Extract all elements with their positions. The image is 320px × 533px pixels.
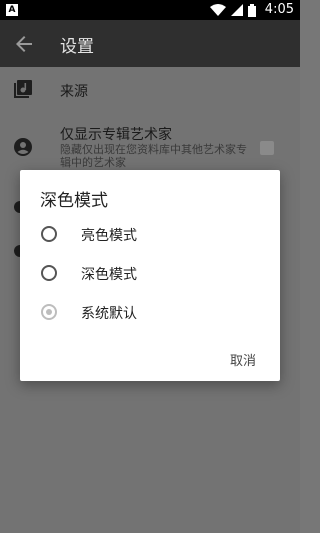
status-time: 4:05 bbox=[264, 2, 294, 17]
arrow-back-icon[interactable] bbox=[12, 32, 36, 56]
settings-item-source[interactable]: 来源 bbox=[0, 67, 300, 114]
battery-icon bbox=[248, 3, 256, 17]
radio-button[interactable] bbox=[41, 265, 57, 281]
settings-item-label: 仅显示专辑艺术家 bbox=[60, 127, 172, 143]
option-dark-mode[interactable]: 深色模式 bbox=[20, 255, 280, 295]
option-light-mode[interactable]: 亮色模式 bbox=[20, 216, 280, 256]
library-music-icon bbox=[14, 80, 32, 98]
radio-button-selected[interactable] bbox=[41, 304, 57, 320]
app-bar: 设置 bbox=[0, 20, 300, 67]
notification-badge: A bbox=[6, 4, 18, 16]
option-system-default[interactable]: 系统默认 bbox=[20, 294, 280, 334]
settings-item-label: 来源 bbox=[60, 84, 88, 100]
radio-button[interactable] bbox=[41, 226, 57, 242]
option-label: 系统默认 bbox=[81, 306, 137, 322]
status-bar: A 4:05 bbox=[0, 0, 300, 20]
album-artists-checkbox[interactable] bbox=[260, 141, 274, 155]
account-circle-icon bbox=[14, 138, 32, 156]
settings-item-album-artists[interactable]: 仅显示专辑艺术家 隐藏仅出现在您资料库中其他艺术家专辑中的艺术家 bbox=[0, 117, 300, 172]
signal-icon bbox=[231, 4, 243, 16]
settings-item-subtitle: 隐藏仅出现在您资料库中其他艺术家专辑中的艺术家 bbox=[60, 143, 247, 169]
dialog-title: 深色模式 bbox=[40, 191, 108, 211]
wifi-icon bbox=[210, 4, 226, 16]
option-label: 亮色模式 bbox=[81, 228, 137, 244]
dark-mode-dialog: 深色模式 亮色模式 深色模式 系统默认 取消 bbox=[20, 170, 280, 381]
page-title: 设置 bbox=[60, 37, 94, 57]
option-label: 深色模式 bbox=[81, 267, 137, 283]
cancel-button[interactable]: 取消 bbox=[226, 348, 260, 371]
status-icons bbox=[210, 3, 256, 17]
